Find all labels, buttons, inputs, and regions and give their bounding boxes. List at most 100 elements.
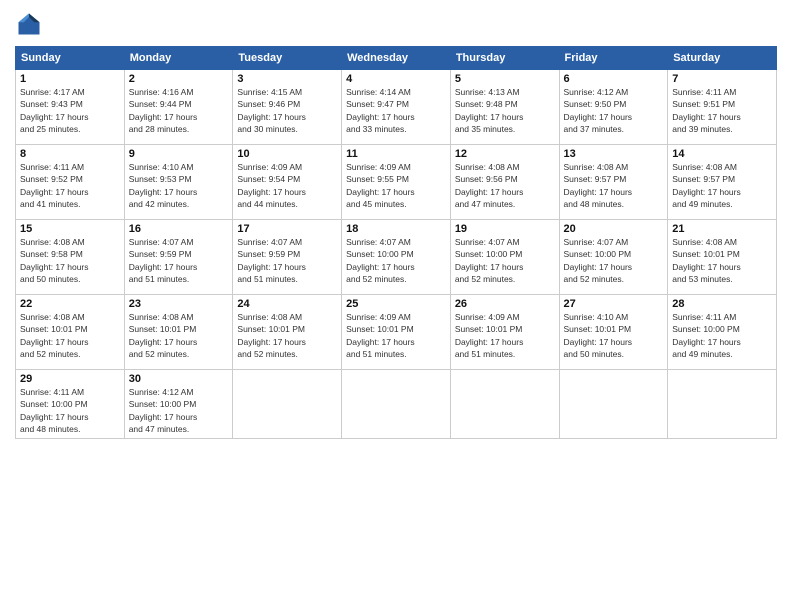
day-number: 3 — [237, 73, 337, 85]
day-info: Sunrise: 4:14 AM Sunset: 9:47 PM Dayligh… — [346, 86, 446, 135]
calendar-day-cell — [450, 370, 559, 439]
weekday-header-cell: Friday — [559, 47, 668, 70]
calendar-day-cell: 17Sunrise: 4:07 AM Sunset: 9:59 PM Dayli… — [233, 220, 342, 295]
calendar-day-cell: 12Sunrise: 4:08 AM Sunset: 9:56 PM Dayli… — [450, 145, 559, 220]
calendar-day-cell: 20Sunrise: 4:07 AM Sunset: 10:00 PM Dayl… — [559, 220, 668, 295]
day-number: 18 — [346, 223, 446, 235]
day-info: Sunrise: 4:11 AM Sunset: 10:00 PM Daylig… — [20, 386, 120, 435]
day-info: Sunrise: 4:08 AM Sunset: 9:58 PM Dayligh… — [20, 236, 120, 285]
day-number: 16 — [129, 223, 229, 235]
header — [15, 10, 777, 38]
calendar-day-cell: 16Sunrise: 4:07 AM Sunset: 9:59 PM Dayli… — [124, 220, 233, 295]
day-number: 27 — [564, 298, 664, 310]
day-number: 11 — [346, 148, 446, 160]
day-info: Sunrise: 4:07 AM Sunset: 10:00 PM Daylig… — [455, 236, 555, 285]
calendar-day-cell: 24Sunrise: 4:08 AM Sunset: 10:01 PM Dayl… — [233, 295, 342, 370]
calendar-day-cell: 18Sunrise: 4:07 AM Sunset: 10:00 PM Dayl… — [342, 220, 451, 295]
calendar-day-cell — [559, 370, 668, 439]
day-info: Sunrise: 4:17 AM Sunset: 9:43 PM Dayligh… — [20, 86, 120, 135]
weekday-header-cell: Monday — [124, 47, 233, 70]
day-number: 10 — [237, 148, 337, 160]
day-number: 8 — [20, 148, 120, 160]
day-info: Sunrise: 4:11 AM Sunset: 9:52 PM Dayligh… — [20, 161, 120, 210]
calendar-day-cell: 28Sunrise: 4:11 AM Sunset: 10:00 PM Dayl… — [668, 295, 777, 370]
day-info: Sunrise: 4:12 AM Sunset: 9:50 PM Dayligh… — [564, 86, 664, 135]
calendar-day-cell: 26Sunrise: 4:09 AM Sunset: 10:01 PM Dayl… — [450, 295, 559, 370]
day-info: Sunrise: 4:11 AM Sunset: 9:51 PM Dayligh… — [672, 86, 772, 135]
calendar-day-cell — [342, 370, 451, 439]
day-info: Sunrise: 4:08 AM Sunset: 10:01 PM Daylig… — [672, 236, 772, 285]
calendar-day-cell: 11Sunrise: 4:09 AM Sunset: 9:55 PM Dayli… — [342, 145, 451, 220]
calendar-day-cell: 19Sunrise: 4:07 AM Sunset: 10:00 PM Dayl… — [450, 220, 559, 295]
day-number: 2 — [129, 73, 229, 85]
page: SundayMondayTuesdayWednesdayThursdayFrid… — [0, 0, 792, 612]
calendar-week-row: 1Sunrise: 4:17 AM Sunset: 9:43 PM Daylig… — [16, 70, 777, 145]
calendar-day-cell: 7Sunrise: 4:11 AM Sunset: 9:51 PM Daylig… — [668, 70, 777, 145]
day-number: 30 — [129, 373, 229, 385]
day-info: Sunrise: 4:09 AM Sunset: 10:01 PM Daylig… — [346, 311, 446, 360]
calendar-week-row: 15Sunrise: 4:08 AM Sunset: 9:58 PM Dayli… — [16, 220, 777, 295]
logo — [15, 10, 47, 38]
day-number: 26 — [455, 298, 555, 310]
day-info: Sunrise: 4:09 AM Sunset: 9:54 PM Dayligh… — [237, 161, 337, 210]
day-info: Sunrise: 4:16 AM Sunset: 9:44 PM Dayligh… — [129, 86, 229, 135]
day-number: 4 — [346, 73, 446, 85]
calendar-week-row: 29Sunrise: 4:11 AM Sunset: 10:00 PM Dayl… — [16, 370, 777, 439]
day-info: Sunrise: 4:15 AM Sunset: 9:46 PM Dayligh… — [237, 86, 337, 135]
day-info: Sunrise: 4:13 AM Sunset: 9:48 PM Dayligh… — [455, 86, 555, 135]
day-info: Sunrise: 4:12 AM Sunset: 10:00 PM Daylig… — [129, 386, 229, 435]
calendar-day-cell: 30Sunrise: 4:12 AM Sunset: 10:00 PM Dayl… — [124, 370, 233, 439]
calendar-day-cell: 4Sunrise: 4:14 AM Sunset: 9:47 PM Daylig… — [342, 70, 451, 145]
calendar-day-cell: 15Sunrise: 4:08 AM Sunset: 9:58 PM Dayli… — [16, 220, 125, 295]
logo-icon — [15, 10, 43, 38]
calendar-week-row: 8Sunrise: 4:11 AM Sunset: 9:52 PM Daylig… — [16, 145, 777, 220]
day-info: Sunrise: 4:08 AM Sunset: 9:57 PM Dayligh… — [672, 161, 772, 210]
day-number: 1 — [20, 73, 120, 85]
day-number: 29 — [20, 373, 120, 385]
day-number: 7 — [672, 73, 772, 85]
day-number: 25 — [346, 298, 446, 310]
day-info: Sunrise: 4:07 AM Sunset: 9:59 PM Dayligh… — [237, 236, 337, 285]
weekday-header-cell: Tuesday — [233, 47, 342, 70]
calendar-day-cell: 2Sunrise: 4:16 AM Sunset: 9:44 PM Daylig… — [124, 70, 233, 145]
weekday-header-cell: Sunday — [16, 47, 125, 70]
day-number: 13 — [564, 148, 664, 160]
day-info: Sunrise: 4:07 AM Sunset: 10:00 PM Daylig… — [564, 236, 664, 285]
calendar-table: SundayMondayTuesdayWednesdayThursdayFrid… — [15, 46, 777, 439]
day-info: Sunrise: 4:08 AM Sunset: 10:01 PM Daylig… — [237, 311, 337, 360]
calendar-day-cell: 27Sunrise: 4:10 AM Sunset: 10:01 PM Dayl… — [559, 295, 668, 370]
day-number: 21 — [672, 223, 772, 235]
day-info: Sunrise: 4:11 AM Sunset: 10:00 PM Daylig… — [672, 311, 772, 360]
day-number: 14 — [672, 148, 772, 160]
calendar-day-cell: 25Sunrise: 4:09 AM Sunset: 10:01 PM Dayl… — [342, 295, 451, 370]
day-info: Sunrise: 4:08 AM Sunset: 10:01 PM Daylig… — [20, 311, 120, 360]
calendar-body: 1Sunrise: 4:17 AM Sunset: 9:43 PM Daylig… — [16, 70, 777, 439]
calendar-day-cell: 13Sunrise: 4:08 AM Sunset: 9:57 PM Dayli… — [559, 145, 668, 220]
calendar-day-cell: 21Sunrise: 4:08 AM Sunset: 10:01 PM Dayl… — [668, 220, 777, 295]
calendar-day-cell: 10Sunrise: 4:09 AM Sunset: 9:54 PM Dayli… — [233, 145, 342, 220]
calendar-day-cell: 22Sunrise: 4:08 AM Sunset: 10:01 PM Dayl… — [16, 295, 125, 370]
day-info: Sunrise: 4:10 AM Sunset: 10:01 PM Daylig… — [564, 311, 664, 360]
day-number: 23 — [129, 298, 229, 310]
weekday-header-cell: Wednesday — [342, 47, 451, 70]
calendar-day-cell: 6Sunrise: 4:12 AM Sunset: 9:50 PM Daylig… — [559, 70, 668, 145]
day-info: Sunrise: 4:07 AM Sunset: 10:00 PM Daylig… — [346, 236, 446, 285]
weekday-header-cell: Thursday — [450, 47, 559, 70]
day-number: 24 — [237, 298, 337, 310]
day-number: 6 — [564, 73, 664, 85]
calendar-week-row: 22Sunrise: 4:08 AM Sunset: 10:01 PM Dayl… — [16, 295, 777, 370]
day-info: Sunrise: 4:10 AM Sunset: 9:53 PM Dayligh… — [129, 161, 229, 210]
calendar-day-cell: 5Sunrise: 4:13 AM Sunset: 9:48 PM Daylig… — [450, 70, 559, 145]
day-info: Sunrise: 4:08 AM Sunset: 9:56 PM Dayligh… — [455, 161, 555, 210]
weekday-header-cell: Saturday — [668, 47, 777, 70]
day-number: 20 — [564, 223, 664, 235]
calendar-day-cell: 1Sunrise: 4:17 AM Sunset: 9:43 PM Daylig… — [16, 70, 125, 145]
day-number: 22 — [20, 298, 120, 310]
calendar-day-cell: 29Sunrise: 4:11 AM Sunset: 10:00 PM Dayl… — [16, 370, 125, 439]
day-info: Sunrise: 4:08 AM Sunset: 9:57 PM Dayligh… — [564, 161, 664, 210]
day-info: Sunrise: 4:07 AM Sunset: 9:59 PM Dayligh… — [129, 236, 229, 285]
day-number: 17 — [237, 223, 337, 235]
calendar-day-cell: 8Sunrise: 4:11 AM Sunset: 9:52 PM Daylig… — [16, 145, 125, 220]
day-number: 12 — [455, 148, 555, 160]
day-number: 15 — [20, 223, 120, 235]
